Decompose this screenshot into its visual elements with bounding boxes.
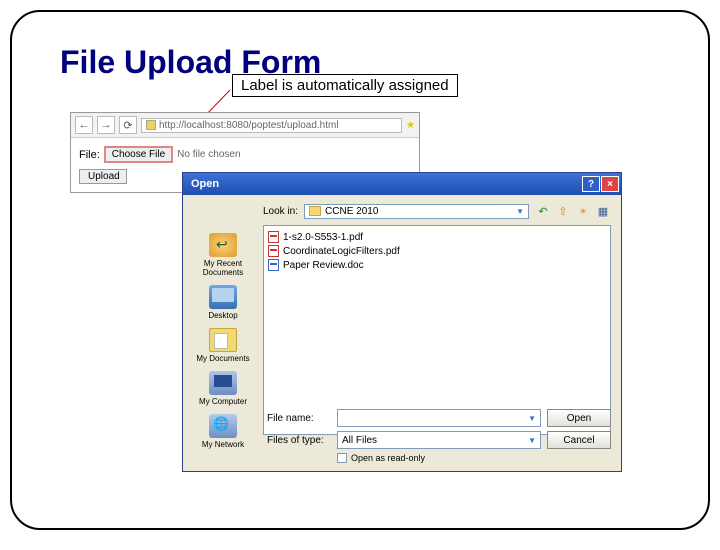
- bookmark-star-icon[interactable]: ★: [406, 120, 415, 131]
- computer-icon: [209, 371, 237, 395]
- go-back-icon[interactable]: ↶: [535, 203, 551, 219]
- close-button[interactable]: ×: [601, 176, 619, 192]
- file-item[interactable]: Paper Review.doc: [268, 258, 606, 272]
- filetype-label: Files of type:: [267, 435, 331, 446]
- documents-icon: [209, 328, 237, 352]
- doc-icon: [268, 259, 279, 271]
- browser-toolbar: ← → ⟳ http://localhost:8080/poptest/uplo…: [71, 113, 419, 138]
- cancel-button[interactable]: Cancel: [547, 431, 611, 449]
- place-desktop-label: Desktop: [208, 311, 237, 320]
- dialog-titlebar: Open ? ×: [183, 173, 621, 195]
- open-button[interactable]: Open: [547, 409, 611, 427]
- chevron-down-icon: ▼: [528, 436, 536, 445]
- dialog-tool-icons: ↶ ⇧ ✶ ▦: [535, 203, 611, 219]
- place-computer-label: My Computer: [199, 397, 247, 406]
- recent-icon: [209, 233, 237, 257]
- chevron-down-icon: ▼: [516, 207, 524, 216]
- place-recent[interactable]: My Recent Documents: [183, 229, 263, 281]
- forward-button[interactable]: →: [97, 116, 115, 134]
- callout-label: Label is automatically assigned: [232, 74, 458, 97]
- file-label: File:: [79, 149, 100, 161]
- filetype-value: All Files: [342, 435, 377, 446]
- up-folder-icon[interactable]: ⇧: [555, 203, 571, 219]
- desktop-icon: [209, 285, 237, 309]
- place-computer[interactable]: My Computer: [183, 367, 263, 410]
- dialog-body: My Recent Documents Desktop My Documents…: [183, 225, 621, 435]
- filename-row: File name: ▼ Open: [267, 409, 611, 427]
- lookin-row: Look in: CCNE 2010 ▼ ↶ ⇧ ✶ ▦: [183, 195, 621, 225]
- file-item[interactable]: 1-s2.0-S553-1.pdf: [268, 230, 606, 244]
- slide-frame: File Upload Form Label is automatically …: [10, 10, 710, 530]
- filename-label: File name:: [267, 413, 331, 424]
- network-icon: [209, 414, 237, 438]
- address-bar[interactable]: http://localhost:8080/poptest/upload.htm…: [141, 118, 402, 133]
- place-docs-label: My Documents: [196, 354, 249, 363]
- back-button[interactable]: ←: [75, 116, 93, 134]
- place-network-label: My Network: [202, 440, 244, 449]
- open-dialog: Open ? × Look in: CCNE 2010 ▼ ↶ ⇧ ✶ ▦: [182, 172, 622, 472]
- lookin-dropdown[interactable]: CCNE 2010 ▼: [304, 204, 529, 219]
- reload-button[interactable]: ⟳: [119, 116, 137, 134]
- readonly-checkbox[interactable]: [337, 453, 347, 463]
- readonly-label: Open as read-only: [351, 453, 425, 463]
- lookin-label: Look in:: [263, 206, 298, 217]
- filename-input[interactable]: ▼: [337, 409, 541, 427]
- url-text: http://localhost:8080/poptest/upload.htm…: [159, 120, 339, 131]
- upload-button[interactable]: Upload: [79, 169, 127, 184]
- place-network[interactable]: My Network: [183, 410, 263, 453]
- choose-file-button[interactable]: Choose File: [104, 146, 173, 163]
- place-desktop[interactable]: Desktop: [183, 281, 263, 324]
- help-button[interactable]: ?: [582, 176, 600, 192]
- new-folder-icon[interactable]: ✶: [575, 203, 591, 219]
- pdf-icon: [268, 231, 279, 243]
- chevron-down-icon: ▼: [528, 414, 536, 423]
- titlebar-buttons: ? ×: [582, 176, 619, 192]
- no-file-text: No file chosen: [177, 149, 240, 160]
- file-name: Paper Review.doc: [283, 260, 364, 271]
- readonly-row: Open as read-only: [337, 453, 611, 463]
- dialog-title: Open: [191, 178, 219, 190]
- file-name: CoordinateLogicFilters.pdf: [283, 246, 400, 257]
- dialog-bottom: File name: ▼ Open Files of type: All Fil…: [267, 409, 611, 463]
- lookin-value: CCNE 2010: [325, 206, 378, 217]
- filetype-row: Files of type: All Files ▼ Cancel: [267, 431, 611, 449]
- page-icon: [146, 120, 156, 130]
- place-recent-label: My Recent Documents: [185, 259, 261, 277]
- folder-icon: [309, 206, 321, 216]
- pdf-icon: [268, 245, 279, 257]
- file-name: 1-s2.0-S553-1.pdf: [283, 232, 363, 243]
- filetype-select[interactable]: All Files ▼: [337, 431, 541, 449]
- file-input-row: File: Choose File No file chosen: [79, 146, 411, 163]
- file-list[interactable]: 1-s2.0-S553-1.pdf CoordinateLogicFilters…: [263, 225, 611, 435]
- place-docs[interactable]: My Documents: [183, 324, 263, 367]
- places-bar: My Recent Documents Desktop My Documents…: [183, 225, 263, 435]
- views-icon[interactable]: ▦: [595, 203, 611, 219]
- file-item[interactable]: CoordinateLogicFilters.pdf: [268, 244, 606, 258]
